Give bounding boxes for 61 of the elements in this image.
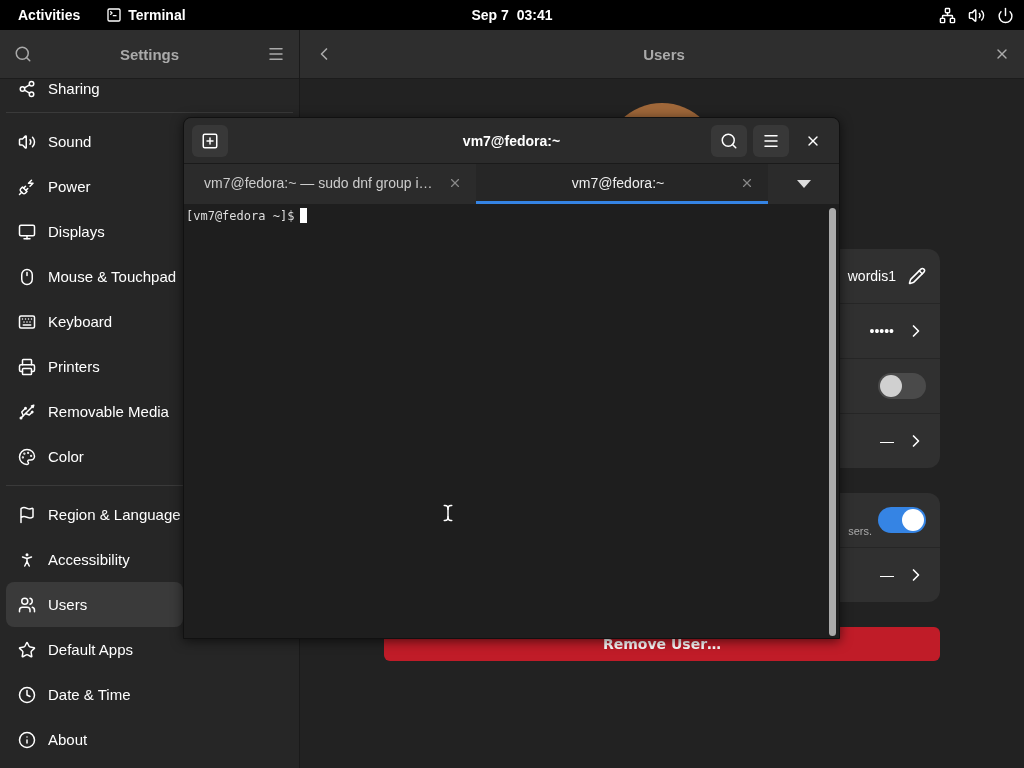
activities-button[interactable]: Activities (18, 7, 81, 23)
sidebar-item[interactable]: Accessibility (6, 537, 183, 582)
row-subtitle: sers. (848, 525, 872, 537)
sidebar-item[interactable]: About (6, 717, 183, 762)
search-icon[interactable] (14, 45, 32, 63)
terminal-icon (106, 7, 123, 23)
clock-date[interactable]: Sep 7 (471, 7, 509, 23)
sidebar-item[interactable]: Power (6, 164, 183, 209)
users-icon (18, 595, 36, 614)
sidebar-item[interactable]: Mouse & Touchpad (6, 254, 183, 299)
toggle-switch[interactable] (878, 507, 926, 533)
scrollbar[interactable] (829, 208, 836, 636)
terminal-tab[interactable]: vm7@fedora:~ — sudo dnf group i… (184, 164, 476, 204)
network-icon[interactable] (939, 6, 956, 24)
sidebar-item[interactable]: Displays (6, 209, 183, 254)
clock-time[interactable]: 03:41 (516, 7, 553, 23)
row-value: — (880, 433, 894, 449)
toggle-switch[interactable] (878, 373, 926, 399)
mouse-icon (18, 267, 36, 286)
flag-icon (18, 505, 36, 524)
share-icon (18, 79, 36, 98)
volume-icon[interactable] (968, 6, 985, 24)
keyboard-icon (18, 312, 36, 331)
printer-icon (18, 357, 36, 376)
clock-icon (18, 685, 36, 704)
speaker-icon (18, 132, 36, 151)
sidebar-item[interactable]: Sharing (6, 79, 183, 106)
sidebar-title: Settings (119, 45, 180, 63)
sidebar-item[interactable]: Region & Language (6, 492, 183, 537)
plus-square-icon (201, 131, 219, 150)
pencil-icon[interactable] (908, 267, 926, 285)
palette-icon (18, 447, 36, 466)
info-icon (18, 730, 36, 749)
power-icon[interactable] (997, 6, 1014, 24)
page-title: Users (643, 45, 685, 63)
row-value: ••••• (869, 323, 894, 339)
menu-button[interactable] (753, 124, 789, 157)
window-title: vm7@fedora:~ (462, 132, 561, 149)
sidebar-item[interactable]: Users (6, 582, 183, 627)
row-value: — (880, 567, 894, 583)
sidebar-item[interactable]: Sound (6, 119, 183, 164)
search-button[interactable] (711, 124, 747, 157)
monitor-icon (18, 222, 36, 241)
sidebar-item[interactable]: Keyboard (6, 299, 183, 344)
star-icon (18, 640, 36, 659)
sidebar-item[interactable]: Removable Media (6, 389, 183, 434)
search-icon (720, 131, 738, 150)
plug-icon (18, 177, 36, 196)
sidebar-item[interactable]: Printers (6, 344, 183, 389)
new-tab-button[interactable] (192, 124, 228, 157)
row-value: wordis1 (847, 268, 896, 284)
sidebar-item[interactable]: Date & Time (6, 672, 183, 717)
dropdown-icon[interactable] (796, 180, 811, 188)
text-cursor (300, 208, 308, 223)
shell-prompt: [vm7@fedora ~]$ (186, 208, 295, 223)
sidebar-item[interactable]: Default Apps (6, 627, 183, 672)
app-menu[interactable]: Terminal (128, 7, 186, 23)
menu-icon[interactable] (267, 45, 285, 63)
sidebar-item[interactable]: Color (6, 434, 183, 479)
terminal-tab[interactable]: vm7@fedora:~ (476, 164, 768, 204)
usb-stick-icon (18, 402, 36, 421)
